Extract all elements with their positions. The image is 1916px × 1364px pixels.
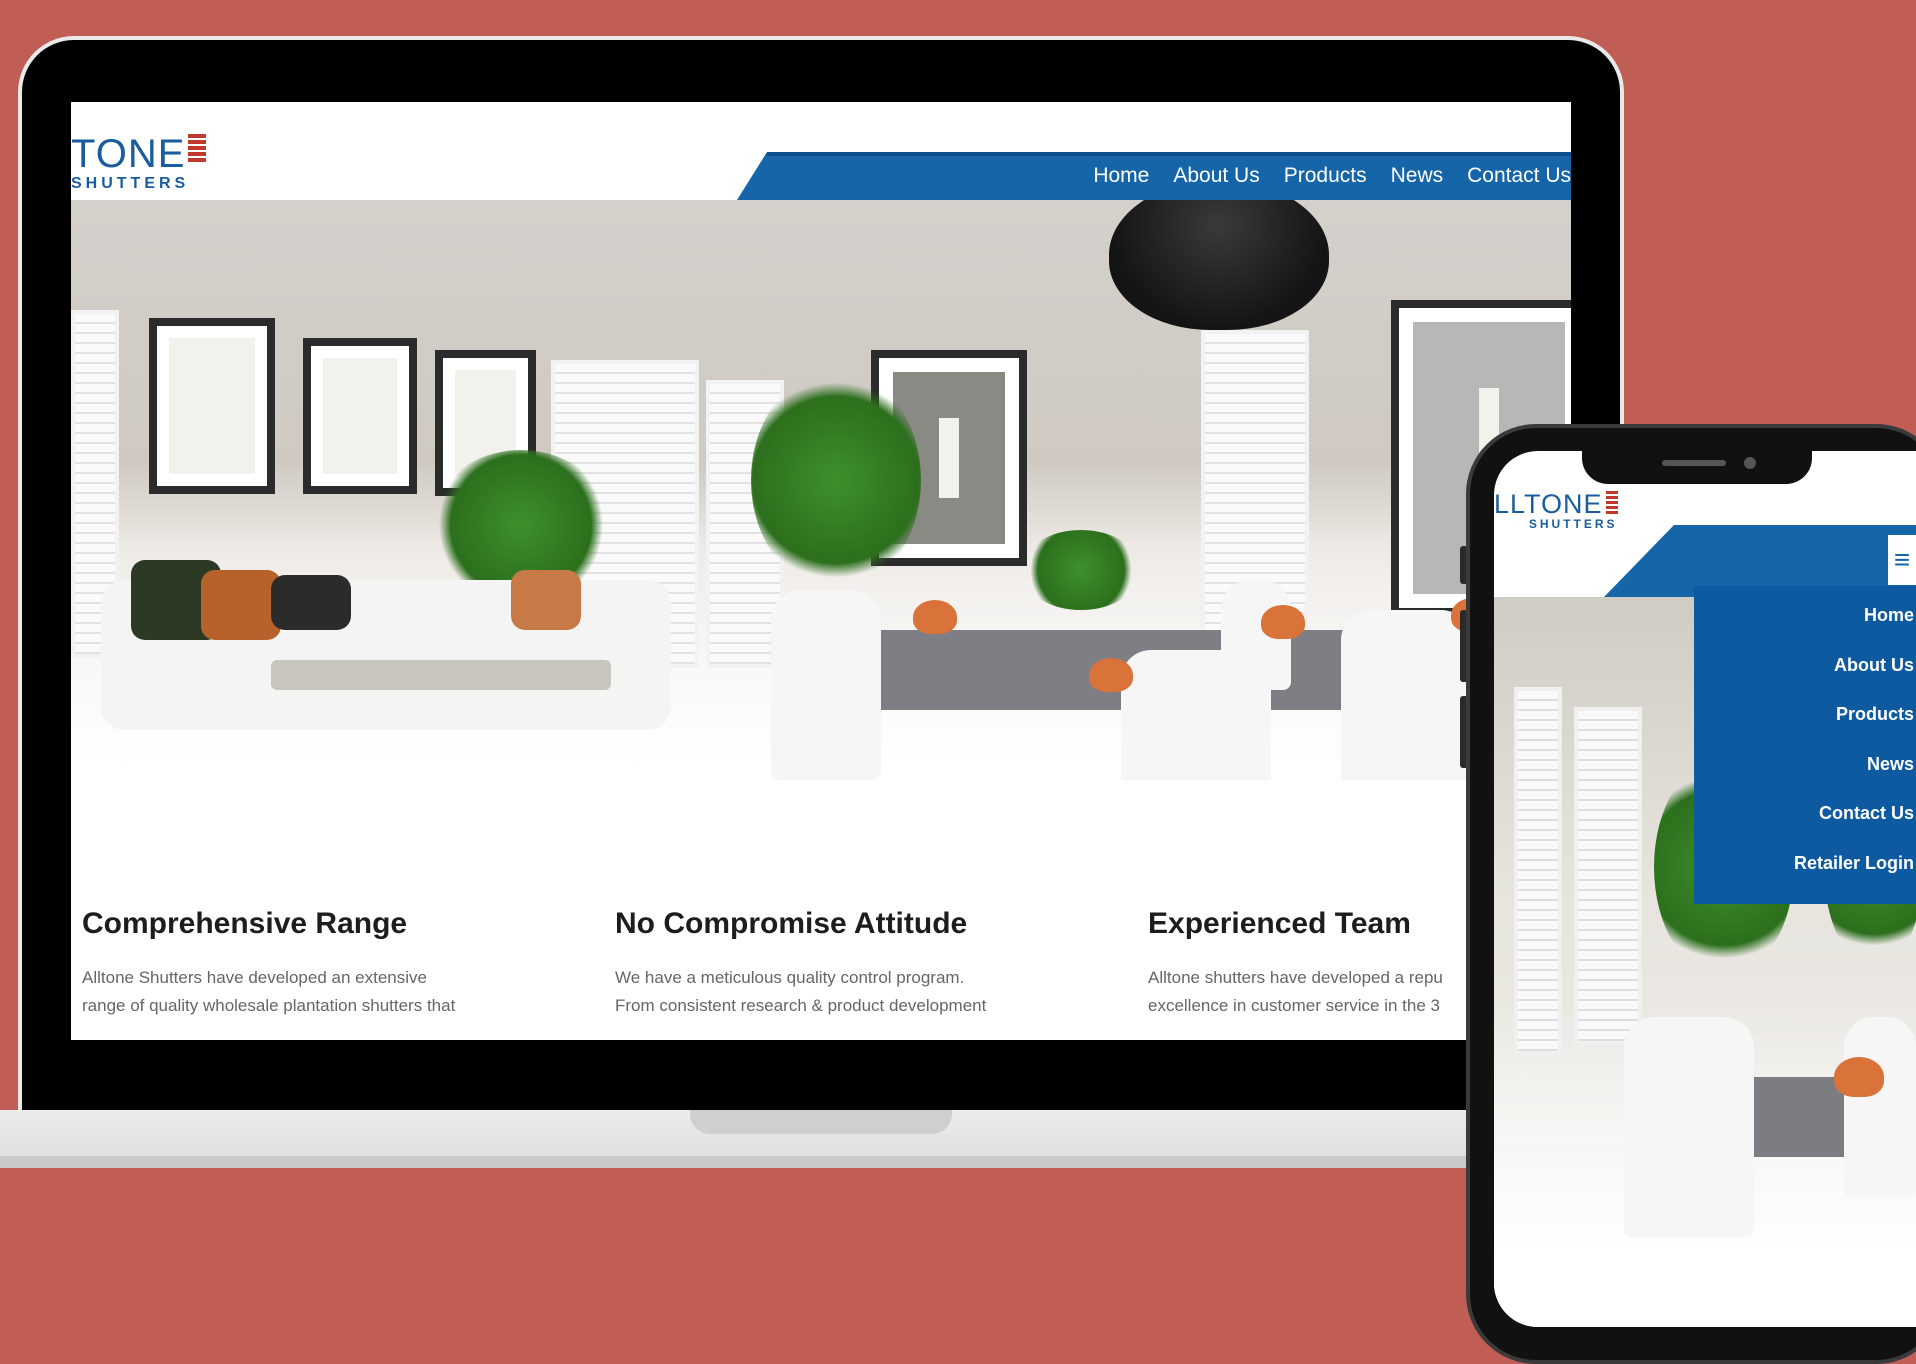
mobile-menu-news[interactable]: News <box>1694 740 1916 790</box>
logo-bars-icon <box>1605 491 1618 516</box>
nav-about-us[interactable]: About Us <box>1173 164 1259 188</box>
pendant-lamp <box>1109 200 1329 330</box>
laptop-trackpad-notch <box>690 1110 952 1134</box>
phone-speaker <box>1662 460 1726 466</box>
nav-products[interactable]: Products <box>1284 164 1367 188</box>
desktop-nav: Home About Us Products News Contact Us <box>1093 164 1571 188</box>
feature-text: We have a meticulous quality control pro… <box>615 968 987 1015</box>
feature-title: Comprehensive Range <box>82 907 408 940</box>
feature-no-compromise: No Compromise Attitude We have a meticul… <box>615 906 1075 1020</box>
logo-text: LLTONE <box>1494 489 1603 519</box>
logo-text: TONE <box>71 132 186 176</box>
desktop-header: TONE SHUTTERS Home About Us Products New… <box>71 102 1571 200</box>
hamburger-icon[interactable]: ≡ <box>1888 535 1916 585</box>
nav-news[interactable]: News <box>1391 164 1444 188</box>
feature-title: No Compromise Attitude <box>615 907 968 940</box>
mobile-screen: LLTONE SHUTTERS ≡ Home About Us Products… <box>1494 451 1916 1327</box>
mobile-menu-products[interactable]: Products <box>1694 690 1916 740</box>
mobile-menu-retailer-login[interactable]: Retailer Login <box>1694 839 1916 889</box>
mobile-menu-home[interactable]: Home <box>1694 591 1916 641</box>
desktop-logo[interactable]: TONE SHUTTERS <box>71 132 207 192</box>
nav-contact-us[interactable]: Contact Us <box>1467 164 1571 188</box>
feature-text: Alltone Shutters have developed an exten… <box>82 968 456 1015</box>
wall-art-1 <box>149 318 275 494</box>
mobile-menu: Home About Us Products News Contact Us R… <box>1694 586 1916 904</box>
desktop-screen: TONE SHUTTERS Home About Us Products New… <box>71 102 1571 1040</box>
logo-subtext: SHUTTERS <box>1528 517 1618 531</box>
hero-image <box>71 200 1571 780</box>
phone-camera <box>1744 457 1756 469</box>
mobile-menu-contact-us[interactable]: Contact Us <box>1694 789 1916 839</box>
mobile-logo[interactable]: LLTONE SHUTTERS <box>1494 491 1618 530</box>
wall-art-2 <box>303 338 417 494</box>
coffee-table <box>271 660 611 690</box>
mobile-menu-about-us[interactable]: About Us <box>1694 641 1916 691</box>
logo-subtext: SHUTTERS <box>71 175 190 192</box>
feature-comprehensive-range: Comprehensive Range Alltone Shutters hav… <box>82 906 542 1020</box>
logo-bars-icon <box>188 134 207 164</box>
nav-home[interactable]: Home <box>1093 164 1149 188</box>
